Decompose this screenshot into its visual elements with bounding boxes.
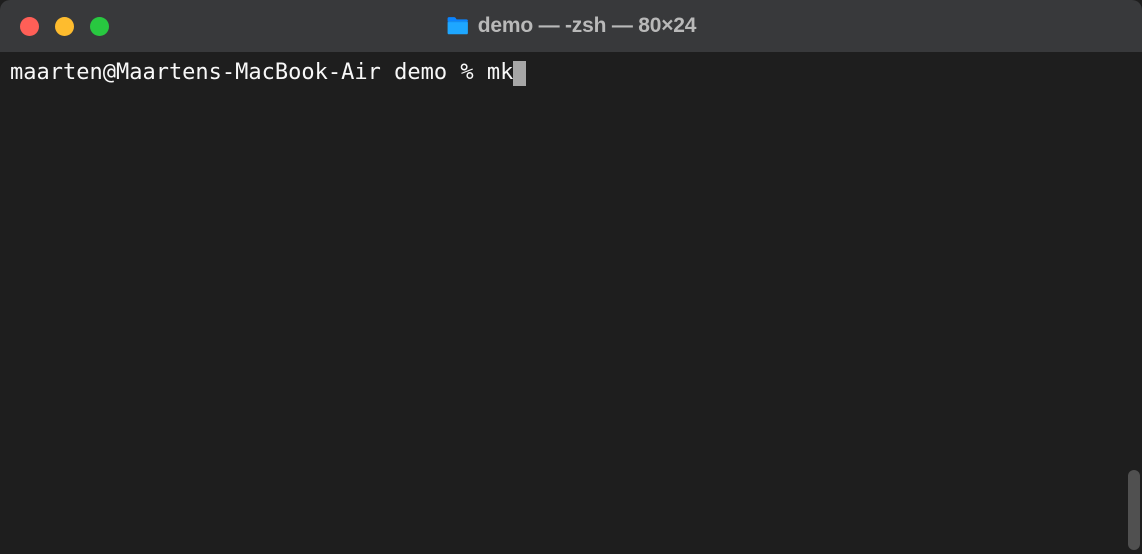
terminal-body[interactable]: maarten@Maartens-MacBook-Air demo % mk: [0, 52, 1142, 554]
terminal-command: mk: [487, 60, 514, 86]
terminal-line[interactable]: maarten@Maartens-MacBook-Air demo % mk: [10, 60, 1132, 86]
traffic-lights: [20, 17, 109, 36]
window-title: demo — -zsh — 80×24: [478, 14, 697, 38]
minimize-button[interactable]: [55, 17, 74, 36]
scrollbar-thumb[interactable]: [1128, 470, 1140, 550]
window-title-group: demo — -zsh — 80×24: [446, 14, 697, 38]
window-titlebar[interactable]: demo — -zsh — 80×24: [0, 0, 1142, 52]
terminal-cursor: [513, 61, 526, 86]
terminal-prompt: maarten@Maartens-MacBook-Air demo %: [10, 60, 487, 86]
close-button[interactable]: [20, 17, 39, 36]
maximize-button[interactable]: [90, 17, 109, 36]
folder-icon: [446, 16, 470, 36]
